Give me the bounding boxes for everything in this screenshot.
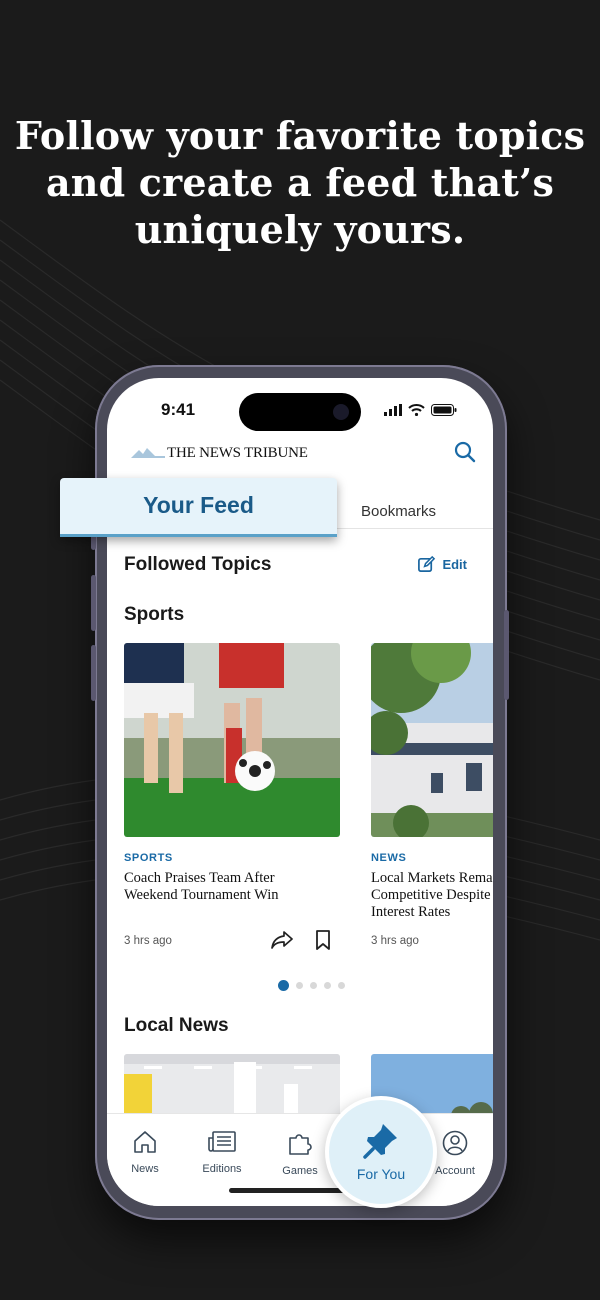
article-actions — [271, 930, 331, 950]
article-headline-line-1: Local Markets Rema — [371, 870, 493, 886]
tab-your-feed-label: Your Feed — [143, 492, 254, 518]
edit-icon — [418, 555, 436, 573]
share-icon[interactable] — [271, 930, 293, 950]
article-card[interactable]: SPORTS Coach Praises Team After Weekend … — [124, 643, 340, 950]
nav-games-label: Games — [282, 1165, 318, 1177]
article-headline-line-1: Coach Praises Team After — [124, 870, 275, 886]
headline-line-3: uniquely yours. — [134, 207, 466, 252]
nav-for-you-label: For You — [356, 1166, 406, 1182]
sports-section-title: Sports — [124, 604, 185, 625]
signal-icon — [384, 404, 402, 416]
pin-icon — [363, 1124, 397, 1159]
tab-your-feed[interactable]: Your Feed — [60, 478, 337, 537]
newspaper-icon — [208, 1131, 236, 1152]
article-image-building — [371, 643, 493, 837]
carousel-pagination[interactable] — [278, 980, 345, 991]
nav-news-label: News — [131, 1163, 159, 1175]
masthead-logo-icon — [131, 448, 165, 458]
home-icon — [134, 1131, 156, 1153]
nav-news[interactable]: News — [115, 1130, 175, 1175]
tab-bookmarks[interactable]: Bookmarks — [361, 503, 436, 520]
status-icons — [384, 402, 457, 416]
masthead-title: THE NEWS TRIBUNE — [167, 444, 308, 461]
article-headline-line-2: Weekend Tournament Win — [124, 887, 279, 903]
power-button — [504, 610, 509, 700]
article-headline[interactable]: Coach Praises Team After Weekend Tournam… — [124, 870, 340, 904]
headline-line-2: and create a feed that’s — [45, 160, 555, 205]
pagination-dot[interactable] — [324, 982, 331, 989]
nav-editions-label: Editions — [202, 1163, 242, 1175]
article-time: 3 hrs ago — [371, 935, 419, 947]
headline-line-1: Follow your favorite topics — [14, 113, 586, 158]
nav-editions[interactable]: Editions — [192, 1130, 252, 1175]
bookmark-icon[interactable] — [315, 930, 331, 950]
pagination-dot[interactable] — [310, 982, 317, 989]
puzzle-icon — [289, 1134, 312, 1155]
promo-headline: Follow your favorite topics and create a… — [0, 112, 600, 253]
article-headline-line-3: Interest Rates — [371, 904, 451, 920]
search-icon[interactable] — [453, 440, 477, 464]
article-card[interactable]: NEWS Local Markets Rema Competitive Desp… — [371, 643, 493, 947]
battery-icon — [431, 404, 457, 416]
pagination-dot[interactable] — [296, 982, 303, 989]
wifi-icon — [408, 404, 425, 416]
local-news-section-title: Local News — [124, 1015, 229, 1036]
article-headline-line-2: Competitive Despite — [371, 887, 491, 903]
article-headline[interactable]: Local Markets Rema Competitive Despite I… — [371, 870, 493, 921]
nav-for-you[interactable]: For You — [325, 1096, 437, 1208]
article-kicker: NEWS — [371, 852, 407, 864]
followed-topics-title: Followed Topics — [124, 554, 272, 575]
pagination-dot-active[interactable] — [278, 980, 289, 991]
masthead: THE NEWS TRIBUNE — [131, 442, 308, 464]
dynamic-island — [239, 393, 361, 431]
nav-games[interactable]: Games — [270, 1130, 330, 1177]
article-kicker: SPORTS — [124, 852, 173, 864]
edit-button[interactable]: Edit — [417, 555, 467, 574]
account-icon — [442, 1130, 468, 1156]
volume-down-button — [91, 575, 96, 631]
article-time: 3 hrs ago — [124, 935, 172, 947]
article-image-soccer — [124, 643, 340, 837]
pagination-dot[interactable] — [338, 982, 345, 989]
volume-button — [91, 645, 96, 701]
status-time: 9:41 — [161, 400, 196, 419]
edit-label: Edit — [442, 557, 467, 572]
